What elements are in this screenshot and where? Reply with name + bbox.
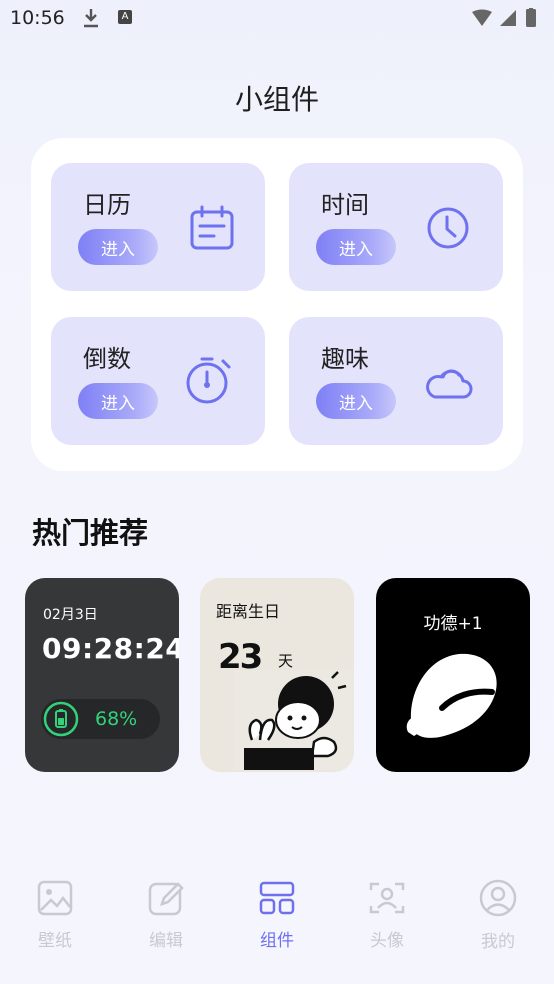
profile-icon: [479, 879, 517, 917]
card-time[interactable]: 时间 进入: [289, 163, 503, 291]
calendar-icon: [190, 205, 234, 250]
nav-label: 我的: [481, 932, 515, 952]
avatar-icon: [369, 882, 405, 914]
nav-label: 编辑: [149, 931, 183, 951]
nav-item-profile[interactable]: 我的: [458, 868, 538, 952]
battery-percent: 68%: [95, 708, 138, 730]
cartoon-illustration: [234, 670, 354, 770]
signal-battery-icon: [472, 8, 536, 27]
nav-label: 组件: [260, 931, 294, 951]
bottom-nav: 壁纸 编辑 组件 头像 我的: [0, 868, 554, 984]
widget-time: 09:28:24: [42, 632, 179, 665]
enter-button[interactable]: 进入: [78, 383, 158, 419]
widget-title: 距离生日: [216, 602, 281, 621]
status-bar: 10:56 A: [0, 0, 554, 36]
birthday-widget-card[interactable]: 距离生日 23 天: [200, 578, 354, 772]
card-label: 倒数: [83, 345, 131, 373]
widgets-icon: [259, 881, 295, 915]
image-icon: [37, 880, 73, 916]
page-title: 小组件: [234, 83, 319, 116]
wooden-fish-icon: [406, 653, 497, 738]
clock-icon: [427, 207, 469, 249]
card-fun[interactable]: 趣味 进入: [289, 317, 503, 445]
enter-button[interactable]: 进入: [316, 383, 396, 419]
battery-pill: 68%: [41, 699, 160, 739]
days-unit: 天: [278, 652, 294, 670]
clock-widget-card[interactable]: 02月3日 09:28:24 68%: [25, 578, 179, 772]
card-label: 日历: [83, 191, 131, 219]
card-label: 趣味: [321, 345, 369, 373]
widget-date: 02月3日: [43, 607, 98, 623]
nav-label: 壁纸: [38, 931, 72, 951]
download-icon: [84, 9, 98, 28]
a-badge-icon: A: [118, 10, 132, 24]
stopwatch-icon: [186, 357, 231, 404]
edit-icon: [148, 882, 184, 916]
nav-item-widgets[interactable]: 组件: [237, 868, 317, 951]
nav-item-wallpaper[interactable]: 壁纸: [15, 868, 95, 951]
nav-item-edit[interactable]: 编辑: [126, 868, 206, 951]
widget-title: 功德+1: [423, 614, 483, 634]
section-title: 热门推荐: [32, 516, 149, 550]
card-label: 时间: [321, 191, 369, 219]
card-calendar[interactable]: 日历 进入: [51, 163, 265, 291]
battery-icon: [43, 701, 79, 737]
enter-button[interactable]: 进入: [78, 229, 158, 265]
cloud-icon: [426, 369, 473, 399]
status-time: 10:56: [10, 7, 65, 29]
enter-button[interactable]: 进入: [316, 229, 396, 265]
category-panel: 日历 进入 时间 进入 倒数 进入 趣味 进入: [31, 138, 523, 471]
merit-widget-card[interactable]: 功德+1: [376, 578, 530, 772]
nav-item-avatar[interactable]: 头像: [347, 868, 427, 951]
nav-label: 头像: [370, 931, 404, 951]
card-countdown[interactable]: 倒数 进入: [51, 317, 265, 445]
